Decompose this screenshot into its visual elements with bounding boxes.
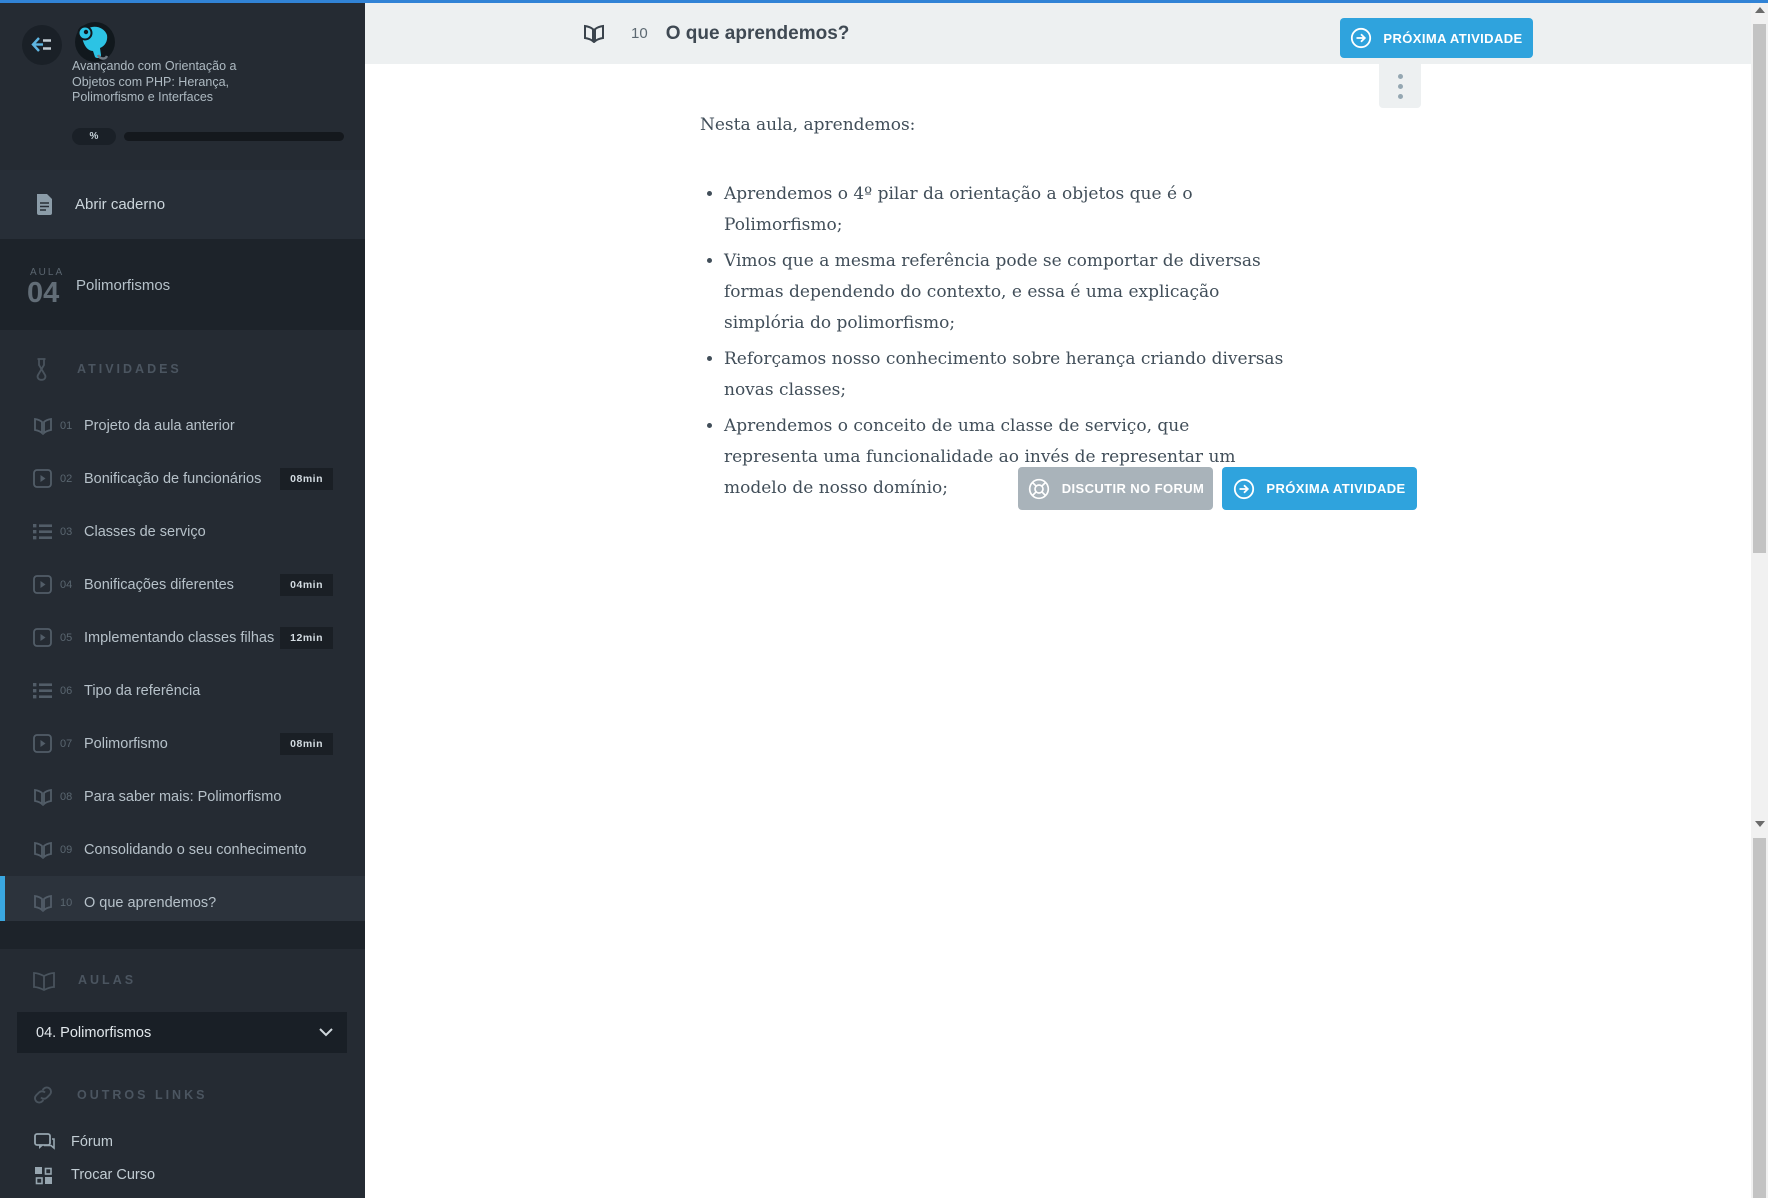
kebab-dot xyxy=(1398,84,1403,89)
lesson-bullet: Vimos que a mesma referência pode se com… xyxy=(724,246,1285,339)
current-lesson-banner: AULA 04 Polimorfismos xyxy=(0,239,365,330)
video-icon xyxy=(33,469,53,488)
lesson-bullet: Reforçamos nosso conhecimento sobre hera… xyxy=(724,344,1285,406)
activities-section-header: ATIVIDADES xyxy=(0,352,365,386)
lesson-main-area: 10 O que aprendemos? PRÓXIMA ATIVIDADE N… xyxy=(365,0,1751,1198)
activity-item-07[interactable]: 07 Polimorfismo 08min xyxy=(0,717,365,770)
lesson-bullet: Aprendemos o 4º pilar da orientação a ob… xyxy=(724,179,1285,241)
activity-item-03[interactable]: 03 Classes de serviço xyxy=(0,505,365,558)
alura-course-page: Avançando com Orientação a Objetos com P… xyxy=(0,0,1768,1198)
book-icon xyxy=(33,841,53,859)
activity-list: 01 Projeto da aula anterior 02 Bonificaç… xyxy=(0,399,365,929)
next-activity-button-bottom[interactable]: PRÓXIMA ATIVIDADE xyxy=(1222,467,1417,510)
reading-book-icon xyxy=(583,24,605,43)
scroll-up-arrow-icon[interactable] xyxy=(1755,7,1765,13)
top-accent-line xyxy=(0,0,1768,3)
collapse-arrow-icon xyxy=(31,36,53,54)
lesson-select-value: 04. Polimorfismos xyxy=(36,1025,319,1041)
video-icon xyxy=(33,628,53,647)
outer-scrollbar-thumb[interactable] xyxy=(1753,838,1766,1198)
other-links-section-header: OUTROS LINKS xyxy=(0,1080,365,1110)
open-notebook-label: Abrir caderno xyxy=(75,196,165,213)
book-icon xyxy=(33,788,53,806)
chat-bubbles-icon xyxy=(34,1133,56,1152)
duration-badge: 08min xyxy=(280,733,333,755)
lesson-content: Nesta aula, aprendemos: Aprendemos o 4º … xyxy=(700,110,1300,509)
collapse-sidebar-button[interactable] xyxy=(22,25,62,65)
activity-item-05[interactable]: 05 Implementando classes filhas 12min xyxy=(0,611,365,664)
book-icon xyxy=(33,894,53,912)
duration-badge: 08min xyxy=(280,468,333,490)
activity-item-08[interactable]: 08 Para saber mais: Polimorfismo xyxy=(0,770,365,823)
more-options-button[interactable] xyxy=(1379,64,1421,108)
page-title: O que aprendemos? xyxy=(666,23,850,45)
kebab-dot xyxy=(1398,94,1403,99)
lesson-select-dropdown[interactable]: 04. Polimorfismos xyxy=(17,1012,347,1053)
progress-percent-badge: % xyxy=(72,128,116,145)
lesson-bullet-list: Aprendemos o 4º pilar da orientação a ob… xyxy=(700,179,1285,504)
kebab-dot xyxy=(1398,74,1403,79)
scroll-down-arrow-icon[interactable] xyxy=(1755,821,1765,827)
course-sidebar: Avançando com Orientação a Objetos com P… xyxy=(0,0,365,1198)
activity-list-footer xyxy=(0,921,365,949)
activity-item-09[interactable]: 09 Consolidando o seu conhecimento xyxy=(0,823,365,876)
vertical-scrollbar[interactable] xyxy=(1751,0,1768,1198)
course-title: Avançando com Orientação a Objetos com P… xyxy=(72,59,262,106)
exercise-list-icon xyxy=(33,523,53,540)
notebook-icon xyxy=(36,194,53,215)
activity-item-01[interactable]: 01 Projeto da aula anterior xyxy=(0,399,365,452)
scrollbar-thumb[interactable] xyxy=(1753,24,1766,553)
arrow-right-circle-icon xyxy=(1233,478,1255,500)
aulas-section-header: AULAS xyxy=(0,962,365,998)
activity-item-04[interactable]: 04 Bonificações diferentes 04min xyxy=(0,558,365,611)
video-icon xyxy=(33,734,53,753)
open-book-icon xyxy=(32,970,56,991)
open-notebook-button[interactable]: Abrir caderno xyxy=(0,170,365,239)
lesson-title: Polimorfismos xyxy=(76,277,170,294)
duration-badge: 04min xyxy=(280,574,333,596)
sidebar-link-forum[interactable]: Fórum xyxy=(0,1126,365,1158)
video-icon xyxy=(33,575,53,594)
activity-item-02[interactable]: 02 Bonificação de funcionários 08min xyxy=(0,452,365,505)
activity-item-06[interactable]: 06 Tipo da referência xyxy=(0,664,365,717)
exercise-list-icon xyxy=(33,682,53,699)
grid-squares-icon xyxy=(34,1166,56,1185)
link-chain-icon xyxy=(31,1083,55,1107)
chevron-down-icon xyxy=(319,1028,333,1037)
progress-bar xyxy=(124,132,344,141)
book-icon xyxy=(33,417,53,435)
forum-wheel-icon xyxy=(1027,477,1051,501)
arrow-right-circle-icon xyxy=(1350,27,1372,49)
sidebar-link-trocar-curso[interactable]: Trocar Curso xyxy=(0,1159,365,1191)
flask-icon xyxy=(35,357,53,381)
duration-badge: 12min xyxy=(280,627,333,649)
course-progress: % xyxy=(72,127,344,145)
lesson-intro-text: Nesta aula, aprendemos: xyxy=(700,110,1300,141)
lesson-number: 04 xyxy=(27,277,59,310)
next-activity-button-top[interactable]: PRÓXIMA ATIVIDADE xyxy=(1340,18,1533,58)
activity-number: 10 xyxy=(631,25,648,42)
discuss-forum-button[interactable]: DISCUTIR NO FORUM xyxy=(1018,467,1213,510)
lesson-header: 10 O que aprendemos? PRÓXIMA ATIVIDADE xyxy=(365,3,1751,64)
